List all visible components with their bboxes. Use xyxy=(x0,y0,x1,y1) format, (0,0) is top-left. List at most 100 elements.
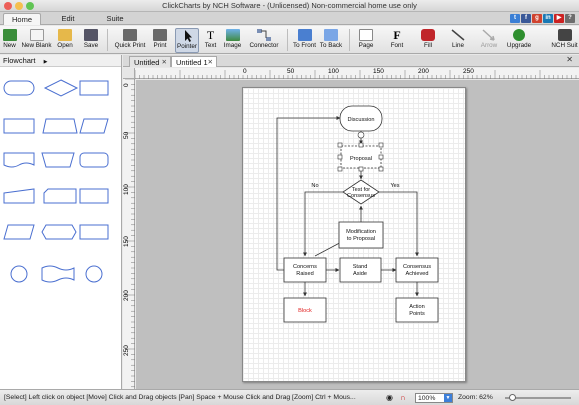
pointer-button[interactable]: Pointer xyxy=(175,28,199,53)
shape-hexagon[interactable] xyxy=(41,224,77,240)
shape-category-selector[interactable]: Flowchart ▶ xyxy=(0,55,121,67)
page-button[interactable]: Page xyxy=(355,28,377,53)
arrow-button[interactable]: Arrow xyxy=(478,28,500,53)
new-document-icon xyxy=(2,29,17,41)
eye-icon[interactable]: ◉ xyxy=(386,390,393,405)
ruler-label: 250 xyxy=(463,68,474,75)
close-icon[interactable]: ✕ xyxy=(162,57,167,68)
shape-manual-input[interactable] xyxy=(3,188,35,204)
tab-edit[interactable]: Edit xyxy=(54,13,82,25)
nch-suite-button[interactable]: NCH Suit xyxy=(550,28,579,53)
title-bar: ClickCharts by NCH Software - (Unlicense… xyxy=(0,0,579,12)
send-back-icon xyxy=(324,29,338,41)
node-label: Stand xyxy=(353,264,368,270)
to-front-button[interactable]: To Front xyxy=(291,28,318,53)
shape-circle[interactable] xyxy=(85,265,103,283)
youtube-icon[interactable]: ▶ xyxy=(554,14,564,23)
save-button[interactable]: Save xyxy=(80,28,102,53)
pointer-arrow-icon xyxy=(180,30,194,42)
blank-document-icon xyxy=(29,29,44,41)
horizontal-ruler-ticks xyxy=(134,70,577,79)
shape-database[interactable] xyxy=(79,152,109,168)
text-button[interactable]: T Text xyxy=(202,28,219,53)
new-blank-button[interactable]: New Blank xyxy=(20,28,53,53)
toolbar-separator xyxy=(349,29,350,51)
twitter-icon[interactable]: t xyxy=(510,14,520,23)
shape-internal-storage[interactable] xyxy=(79,224,109,240)
node-concerns-raised[interactable] xyxy=(283,257,327,283)
connector-line[interactable] xyxy=(276,116,341,271)
new-button[interactable]: New xyxy=(1,28,18,53)
linkedin-icon[interactable]: in xyxy=(543,14,553,23)
shape-card[interactable] xyxy=(43,188,77,204)
drawing-canvas[interactable]: Discussion Proposal Test for Consensus M… xyxy=(136,80,579,389)
help-icon[interactable]: ? xyxy=(565,14,575,23)
ruler-label: 0 xyxy=(243,68,247,75)
connector-line[interactable] xyxy=(378,191,419,257)
shape-connector[interactable] xyxy=(10,265,28,283)
node-consensus-achieved[interactable] xyxy=(395,257,439,283)
shape-predefined-process[interactable] xyxy=(3,118,35,134)
line-button[interactable]: Line xyxy=(449,28,467,53)
tab-suite[interactable]: Suite xyxy=(101,13,129,25)
shape-terminator[interactable] xyxy=(3,80,35,96)
window-title: ClickCharts by NCH Software - (Unlicense… xyxy=(162,1,417,10)
zoom-select[interactable]: 100% ▼ xyxy=(415,393,453,403)
magnet-icon[interactable]: ∩ xyxy=(400,390,406,405)
google-icon[interactable]: g xyxy=(532,14,542,23)
ruler-label: 0 xyxy=(123,83,130,87)
node-modification[interactable] xyxy=(338,221,384,249)
print-button[interactable]: Print xyxy=(150,28,170,53)
zoom-slider-handle[interactable] xyxy=(509,394,516,401)
node-label: Achieved xyxy=(405,271,428,277)
shape-process[interactable] xyxy=(79,80,109,96)
fill-button[interactable]: Fill xyxy=(419,28,437,53)
shape-manual-operation[interactable] xyxy=(41,152,75,168)
shape-parallelogram[interactable] xyxy=(79,118,109,134)
node-action-points[interactable] xyxy=(395,297,439,323)
ruler-label: 100 xyxy=(328,68,339,75)
shape-display[interactable] xyxy=(79,188,109,204)
ruler-label: 200 xyxy=(123,290,130,301)
horizontal-ruler: 0 50 100 150 200 250 xyxy=(134,68,579,79)
doc-tab-untitled[interactable]: Untitled ✕ xyxy=(129,56,171,67)
node-stand-aside[interactable] xyxy=(339,257,382,283)
rotate-handle-icon[interactable] xyxy=(357,131,365,139)
shape-document[interactable] xyxy=(3,152,35,168)
image-button[interactable]: Image xyxy=(222,28,243,53)
printer-icon xyxy=(123,29,137,41)
close-icon[interactable]: ✕ xyxy=(208,57,213,68)
doc-tab-label: Untitled xyxy=(134,58,160,67)
node-label: Proposal xyxy=(350,156,372,162)
shape-tape[interactable] xyxy=(41,265,75,283)
printer-icon xyxy=(153,29,167,41)
connector-line[interactable] xyxy=(303,191,344,257)
shape-decision[interactable] xyxy=(43,79,79,97)
upgrade-button[interactable]: Upgrade xyxy=(505,28,533,53)
shape-data[interactable] xyxy=(42,118,78,134)
shape-trapezoid[interactable] xyxy=(3,224,35,240)
floppy-disk-icon xyxy=(84,29,98,41)
flowchart-diagram: Discussion Proposal Test for Consensus M… xyxy=(276,105,439,323)
zoom-slider[interactable] xyxy=(505,394,571,401)
document-tabs: Untitled ✕ Untitled 1 ✕ ✕ xyxy=(123,55,579,67)
doc-tab-untitled-1[interactable]: Untitled 1 ✕ xyxy=(171,56,217,67)
arrow-line-icon xyxy=(482,29,496,41)
font-button[interactable]: F Font xyxy=(388,28,406,53)
tab-home[interactable]: Home xyxy=(3,13,41,25)
to-back-button[interactable]: To Back xyxy=(318,28,344,53)
vertical-ruler-ticks xyxy=(125,78,135,388)
image-icon xyxy=(225,29,240,41)
connector-icon xyxy=(257,29,271,41)
page-icon xyxy=(359,29,373,41)
paint-bucket-icon xyxy=(421,29,435,41)
connector-button[interactable]: Connector xyxy=(246,28,282,53)
ruler-label: 50 xyxy=(123,131,130,139)
zoom-level: Zoom: 62% xyxy=(458,394,493,401)
node-label: Aside xyxy=(353,271,367,277)
facebook-icon[interactable]: f xyxy=(521,14,531,23)
open-button[interactable]: Open xyxy=(55,28,75,53)
close-document-icon[interactable]: ✕ xyxy=(566,55,573,64)
diagram-page[interactable]: Discussion Proposal Test for Consensus M… xyxy=(242,87,466,382)
quick-print-button[interactable]: Quick Print xyxy=(112,28,148,53)
